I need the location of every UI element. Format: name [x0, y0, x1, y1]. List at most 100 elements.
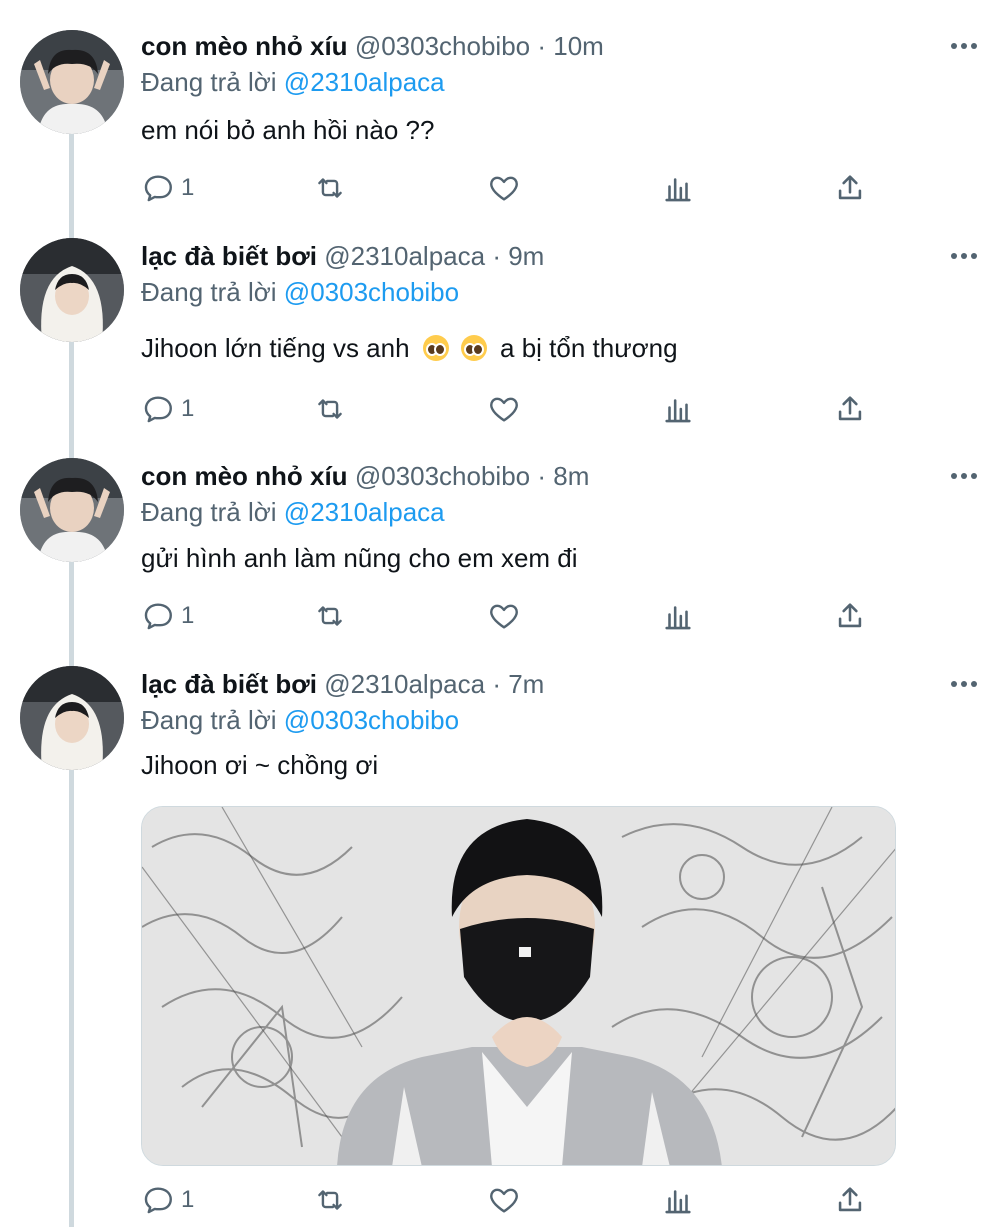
reply-count: 1 [181, 395, 195, 422]
replying-to-label: Đang trả lời [141, 277, 277, 307]
tweet-actions: 1 [141, 391, 881, 427]
mention-link[interactable]: @0303chobibo [284, 705, 459, 735]
mention-link[interactable]: @2310alpaca [284, 497, 445, 527]
replying-to: Đang trả lời @0303chobibo [141, 704, 459, 736]
replying-to-label: Đang trả lời [141, 705, 277, 735]
like-button[interactable] [487, 1182, 521, 1218]
tweet[interactable]: con mèo nhỏ xíu @0303chobibo · 8m Đang t… [0, 430, 1000, 650]
share-icon [838, 1187, 862, 1212]
share-icon [838, 603, 862, 628]
timestamp[interactable]: 9m [508, 241, 544, 271]
share-icon [838, 396, 862, 421]
retweet-icon [318, 178, 342, 198]
like-button[interactable] [487, 391, 521, 427]
tweet[interactable]: con mèo nhỏ xíu @0303chobibo · 10m Đang … [0, 0, 1000, 220]
reply-button[interactable]: 1 [141, 170, 194, 206]
separator-dot: · [537, 461, 547, 491]
heart-icon [490, 176, 518, 201]
mention-link[interactable]: @2310alpaca [284, 67, 445, 97]
tweet-photo[interactable] [141, 806, 896, 1166]
replying-to: Đang trả lời @2310alpaca [141, 496, 445, 528]
timestamp[interactable]: 8m [553, 461, 589, 491]
stats-icon [665, 399, 691, 423]
user-handle[interactable]: @0303chobibo [355, 461, 530, 491]
retweet-button[interactable] [313, 598, 347, 634]
reply-icon [144, 603, 172, 630]
share-button[interactable] [833, 1182, 867, 1218]
reply-button[interactable]: 1 [141, 1182, 194, 1218]
reply-button[interactable]: 1 [141, 391, 194, 427]
retweet-icon [318, 1190, 342, 1210]
user-handle[interactable]: @2310alpaca [324, 241, 485, 271]
reply-icon [144, 175, 172, 202]
stats-button[interactable] [661, 170, 695, 206]
retweet-button[interactable] [313, 391, 347, 427]
tweet-text-part: a bị tổn thương [500, 333, 678, 363]
retweet-button[interactable] [313, 1182, 347, 1218]
tweet-text: Jihoon lớn tiếng vs anh a bị tổn thương [141, 331, 678, 365]
stats-icon [665, 1190, 691, 1214]
separator-dot: · [492, 241, 501, 271]
tweet-header: lạc đà biết bơi @2310alpaca · 7m [141, 668, 544, 700]
share-icon [838, 175, 862, 200]
share-button[interactable] [833, 170, 867, 206]
separator-dot: · [492, 669, 501, 699]
heart-icon [490, 397, 518, 422]
reply-count: 1 [181, 1186, 195, 1213]
display-name[interactable]: con mèo nhỏ xíu [141, 461, 348, 491]
heart-icon [490, 1188, 518, 1213]
tweet-actions: 1 [141, 1182, 881, 1218]
display-name[interactable]: lạc đà biết bơi [141, 669, 317, 699]
mention-link[interactable]: @0303chobibo [284, 277, 459, 307]
stats-button[interactable] [661, 598, 695, 634]
stats-icon [665, 178, 691, 202]
reply-button[interactable]: 1 [141, 598, 194, 634]
avatar-image [20, 458, 124, 562]
more-icon[interactable] [948, 460, 980, 492]
stats-icon [665, 606, 691, 630]
tweet-text: gửi hình anh làm nũng cho em xem đi [141, 543, 578, 573]
avatar[interactable] [20, 30, 124, 134]
avatar[interactable] [20, 666, 124, 770]
share-button[interactable] [833, 598, 867, 634]
more-icon[interactable] [948, 668, 980, 700]
pleading-face-emoji [460, 335, 487, 361]
like-button[interactable] [487, 170, 521, 206]
replying-to: Đang trả lời @0303chobibo [141, 276, 459, 308]
replying-to: Đang trả lời @2310alpaca [141, 66, 445, 98]
avatar-image [20, 238, 124, 342]
display-name[interactable]: lạc đà biết bơi [141, 241, 317, 271]
user-handle[interactable]: @2310alpaca [324, 669, 485, 699]
more-icon[interactable] [948, 240, 980, 272]
reply-icon [144, 396, 172, 423]
avatar-image [20, 666, 124, 770]
reply-count: 1 [181, 174, 195, 201]
photo-image [142, 807, 895, 1165]
heart-icon [490, 604, 518, 629]
timestamp[interactable]: 7m [508, 669, 544, 699]
tweet-text: Jihoon ơi ~ chồng ơi [141, 750, 379, 780]
share-button[interactable] [833, 391, 867, 427]
pleading-face-emoji [422, 335, 449, 361]
avatar[interactable] [20, 458, 124, 562]
reply-icon [144, 1187, 172, 1214]
avatar[interactable] [20, 238, 124, 342]
replying-to-label: Đang trả lời [141, 67, 277, 97]
display-name[interactable]: con mèo nhỏ xíu [141, 31, 348, 61]
user-handle[interactable]: @0303chobibo [355, 31, 530, 61]
avatar-image [20, 30, 124, 134]
stats-button[interactable] [661, 391, 695, 427]
more-icon[interactable] [948, 30, 980, 62]
replying-to-label: Đang trả lời [141, 497, 277, 527]
tweet-header: con mèo nhỏ xíu @0303chobibo · 8m [141, 460, 589, 492]
like-button[interactable] [487, 598, 521, 634]
retweet-button[interactable] [313, 170, 347, 206]
tweet[interactable]: lạc đà biết bơi @2310alpaca · 9m Đang tr… [0, 210, 1000, 440]
separator-dot: · [537, 31, 547, 61]
retweet-icon [318, 399, 342, 419]
tweet-actions: 1 [141, 170, 881, 206]
tweet-actions: 1 [141, 598, 881, 634]
stats-button[interactable] [661, 1182, 695, 1218]
reply-count: 1 [181, 602, 195, 629]
timestamp[interactable]: 10m [553, 31, 604, 61]
